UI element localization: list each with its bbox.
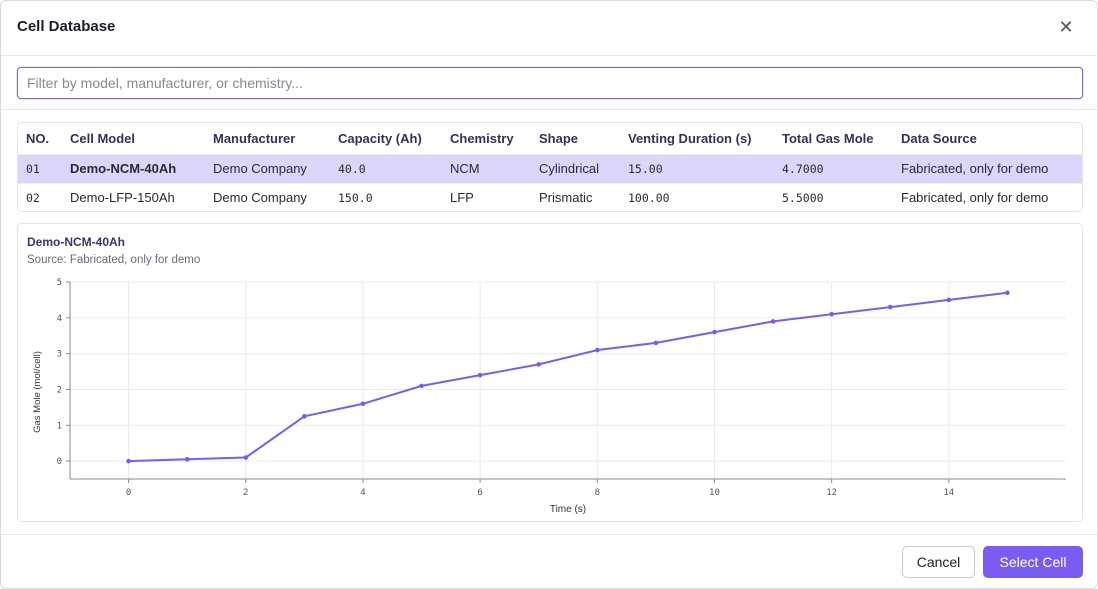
column-header-data-source[interactable]: Data Source bbox=[893, 123, 1082, 154]
x-tick-label: 8 bbox=[595, 488, 600, 498]
cell-chemistry: LFP bbox=[450, 190, 474, 206]
column-header-venting-duration[interactable]: Venting Duration (s) bbox=[620, 123, 774, 154]
cell-total-gas-mole: 5.5000 bbox=[782, 190, 824, 205]
cell-venting-duration: 15.00 bbox=[628, 161, 663, 176]
cell-total-gas-mole: 4.7000 bbox=[782, 161, 824, 176]
chart-points bbox=[126, 290, 1010, 464]
data-point[interactable] bbox=[419, 383, 424, 389]
y-tick-label: 2 bbox=[57, 385, 62, 395]
cell-shape: Cylindrical bbox=[539, 161, 599, 176]
data-point[interactable] bbox=[477, 372, 483, 378]
cell-capacity: 40.0 bbox=[338, 161, 366, 176]
chart-y-axis-label: Gas Mole (mol/cell) bbox=[32, 351, 43, 433]
cell-model: Demo-NCM-40Ah bbox=[70, 161, 177, 176]
select-cell-button[interactable]: Select Cell bbox=[983, 546, 1083, 578]
data-point[interactable] bbox=[946, 297, 952, 303]
y-tick-label: 0 bbox=[57, 457, 62, 467]
x-tick-label: 12 bbox=[826, 488, 837, 498]
column-header-no[interactable]: NO. bbox=[18, 123, 62, 154]
dialog-header: Cell Database ✕ bbox=[1, 1, 1097, 56]
gas-mole-chart-card: Demo-NCM-40Ah Source: Fabricated, only f… bbox=[17, 223, 1083, 522]
cell-table: NO. Cell Model Manufacturer Capacity (Ah… bbox=[18, 123, 1082, 211]
data-point[interactable] bbox=[536, 362, 542, 367]
x-tick-label: 2 bbox=[243, 488, 248, 498]
data-point[interactable] bbox=[887, 304, 893, 310]
cell-shape: Prismatic bbox=[539, 190, 593, 206]
column-header-manufacturer[interactable]: Manufacturer bbox=[205, 123, 330, 154]
cancel-button[interactable]: Cancel bbox=[902, 546, 975, 578]
dialog-title: Cell Database bbox=[17, 18, 116, 35]
chart-ticks: 0 2 4 6 8 10 12 14012345 bbox=[57, 278, 955, 498]
cell-manufacturer: Demo Company bbox=[213, 161, 307, 176]
table-row[interactable]: 02 Demo-LFP-150Ah Demo Company 150.0 LFP… bbox=[18, 183, 1082, 211]
data-point[interactable] bbox=[302, 414, 307, 419]
cell-venting-duration: 100.00 bbox=[628, 190, 670, 205]
column-header-cell-model[interactable]: Cell Model bbox=[62, 123, 205, 154]
data-point[interactable] bbox=[1005, 290, 1010, 296]
data-point[interactable] bbox=[653, 340, 659, 346]
data-point[interactable] bbox=[243, 455, 249, 460]
y-tick-label: 1 bbox=[57, 421, 62, 431]
table-header-row: NO. Cell Model Manufacturer Capacity (Ah… bbox=[18, 123, 1082, 154]
cell-capacity: 150.0 bbox=[338, 190, 373, 205]
data-point[interactable] bbox=[360, 401, 366, 407]
column-header-total-gas-mole[interactable]: Total Gas Mole bbox=[774, 123, 893, 154]
cell-no: 01 bbox=[26, 161, 40, 176]
y-tick-label: 3 bbox=[57, 350, 62, 360]
column-header-capacity[interactable]: Capacity (Ah) bbox=[330, 123, 442, 154]
x-tick-label: 6 bbox=[477, 488, 482, 498]
table-row[interactable]: 01 Demo-NCM-40Ah Demo Company 40.0 NCM C… bbox=[18, 154, 1082, 183]
data-point[interactable] bbox=[184, 457, 190, 462]
cell-data-source: Fabricated, only for demo bbox=[901, 190, 1049, 206]
column-header-shape[interactable]: Shape bbox=[531, 123, 620, 154]
filter-input[interactable] bbox=[17, 67, 1083, 99]
cell-no: 02 bbox=[26, 190, 40, 205]
cell-database-dialog: Cell Database ✕ NO. Cell Model Manufactu… bbox=[0, 0, 1098, 589]
chart-grid bbox=[70, 281, 1066, 479]
data-point[interactable] bbox=[712, 329, 717, 335]
column-header-chemistry[interactable]: Chemistry bbox=[442, 123, 531, 154]
x-tick-label: 14 bbox=[943, 488, 954, 498]
y-tick-label: 5 bbox=[57, 278, 62, 288]
cell-model: Demo-LFP-150Ah bbox=[70, 190, 175, 206]
chart-x-axis-label: Time (s) bbox=[550, 504, 586, 515]
x-tick-label: 10 bbox=[709, 488, 720, 498]
cell-manufacturer: Demo Company bbox=[213, 190, 307, 206]
filter-bar bbox=[1, 57, 1097, 110]
close-icon[interactable]: ✕ bbox=[1055, 17, 1077, 39]
x-tick-label: 0 bbox=[126, 488, 131, 498]
dialog-footer: Cancel Select Cell bbox=[1, 534, 1097, 589]
chart-axes bbox=[69, 282, 1066, 480]
gas-mole-chart: 0 2 4 6 8 10 12 14012345 Time (s) Gas Mole (mol… bbox=[32, 278, 1066, 515]
y-tick-label: 4 bbox=[57, 314, 62, 324]
cell-data-source: Fabricated, only for demo bbox=[901, 161, 1049, 176]
cell-chemistry: NCM bbox=[450, 161, 480, 176]
cell-table-card: NO. Cell Model Manufacturer Capacity (Ah… bbox=[17, 122, 1083, 212]
data-point[interactable] bbox=[829, 311, 834, 317]
data-point[interactable] bbox=[770, 319, 776, 324]
x-tick-label: 4 bbox=[360, 488, 365, 498]
data-point[interactable] bbox=[594, 347, 600, 353]
data-point[interactable] bbox=[126, 458, 131, 464]
